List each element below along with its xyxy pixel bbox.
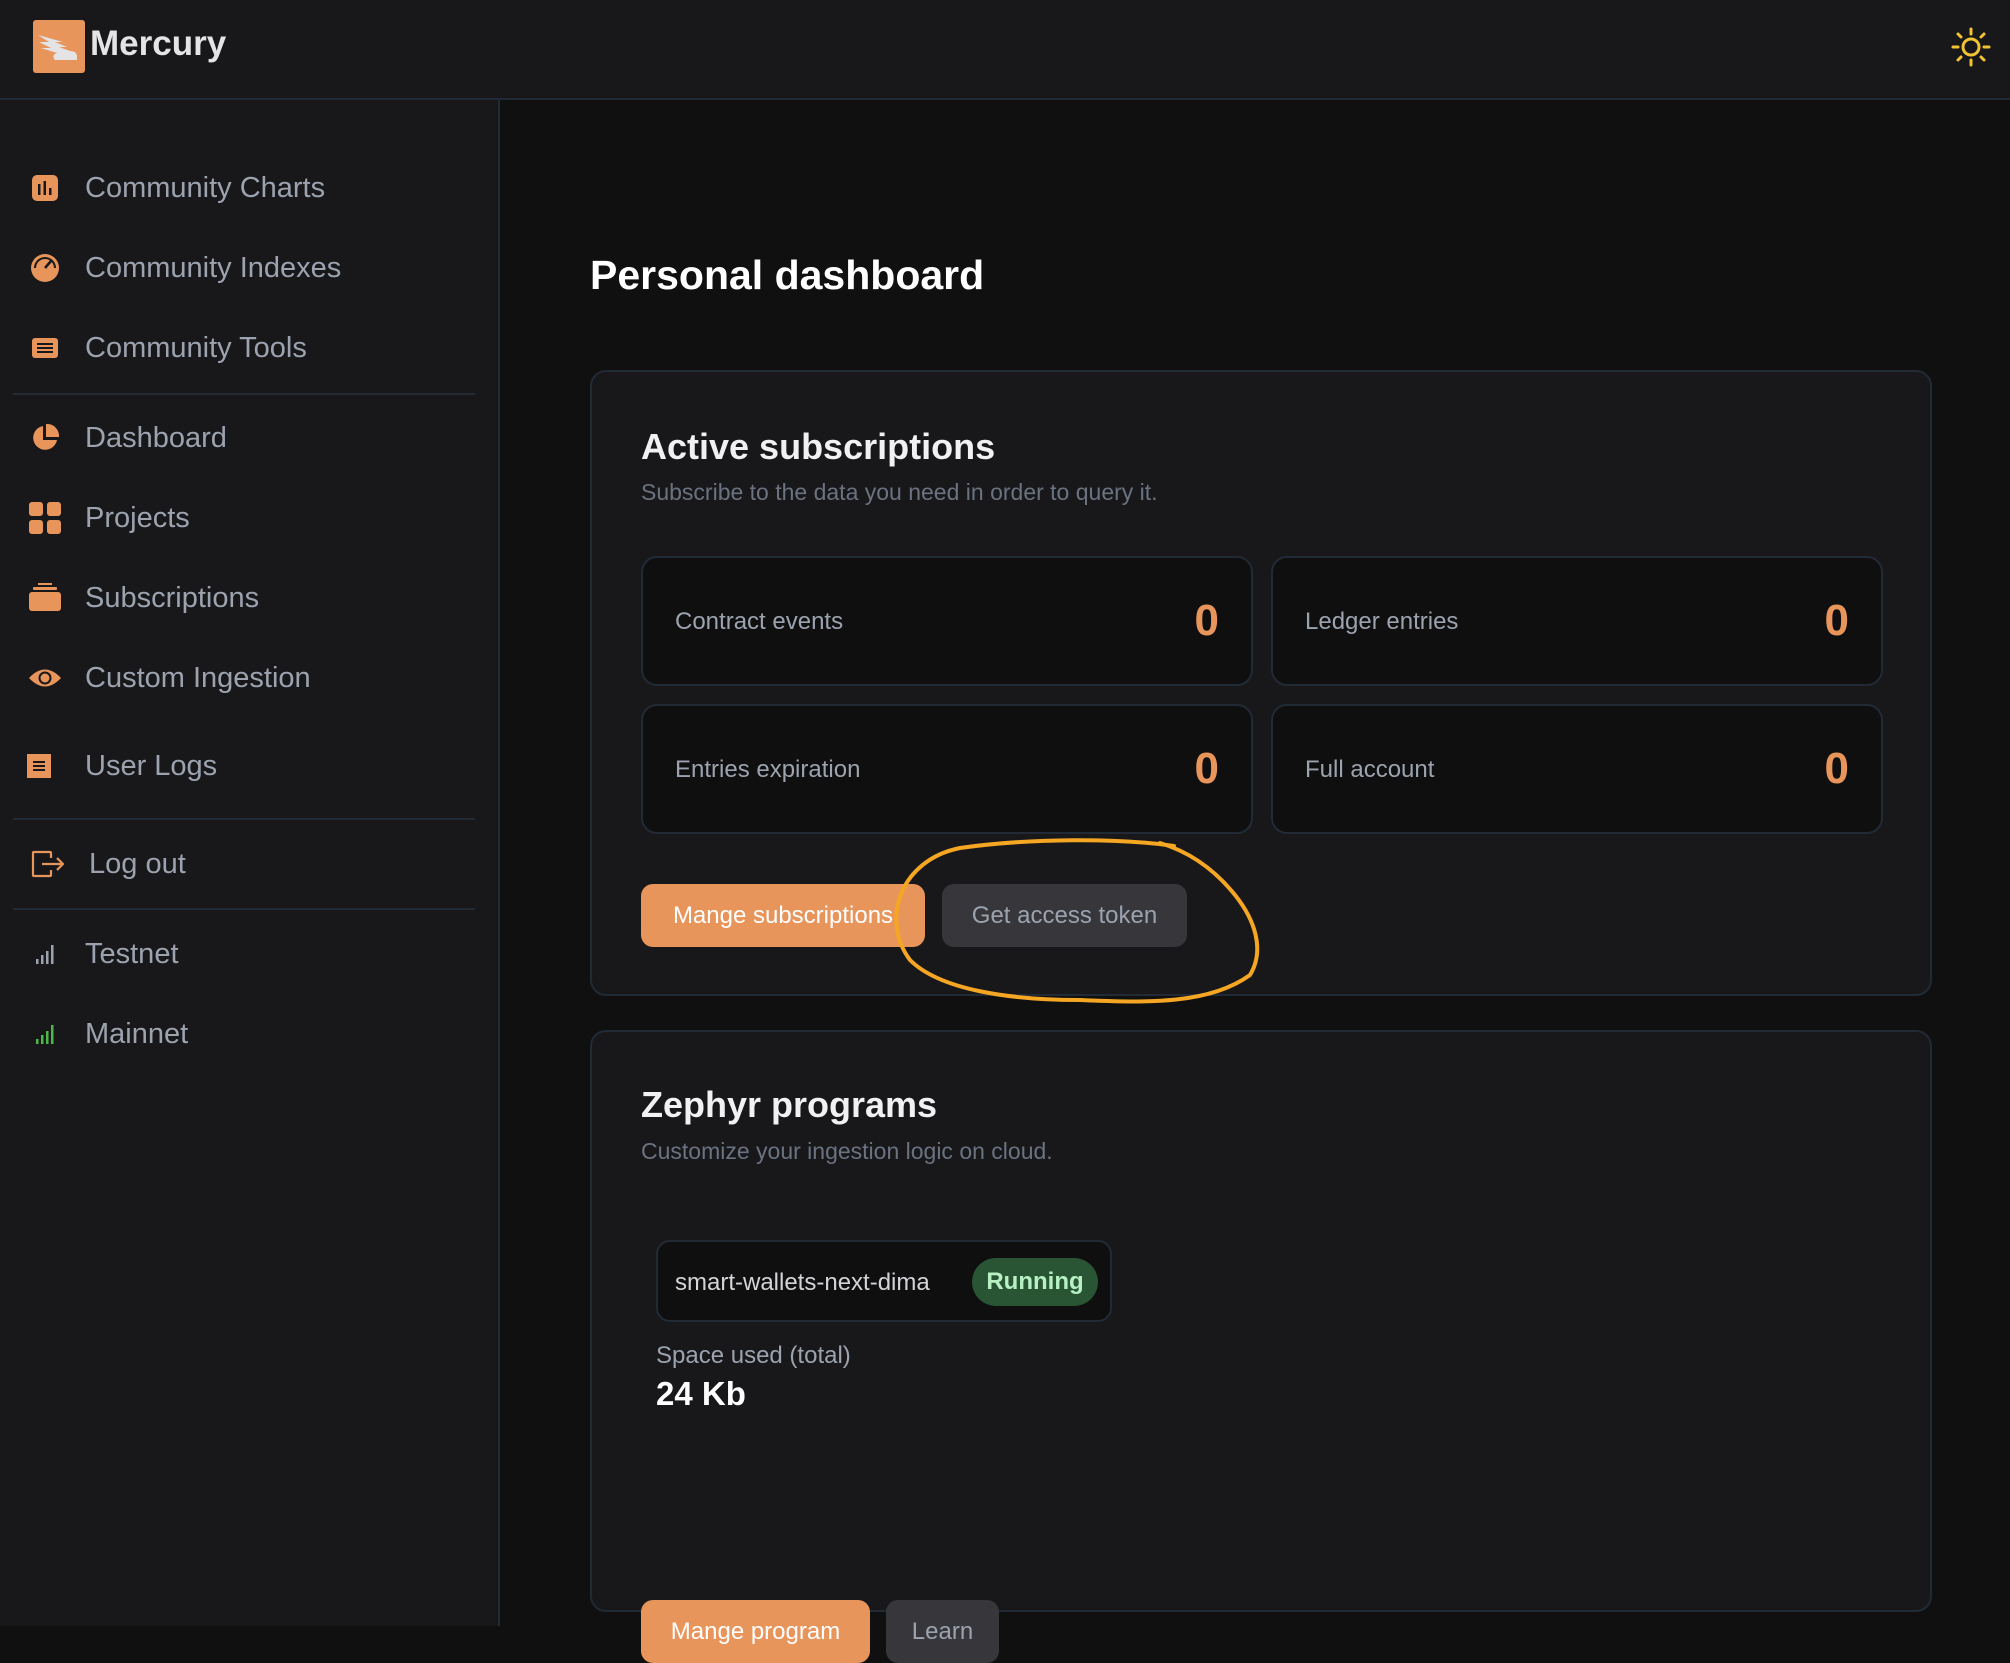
stack-icon	[28, 581, 62, 615]
sidebar-item-label: Testnet	[85, 937, 179, 970]
sidebar-item-community-charts[interactable]: Community Charts	[0, 158, 480, 218]
sidebar-item-subscriptions[interactable]: Subscriptions	[0, 568, 480, 628]
stat-label: Ledger entries	[1305, 608, 1459, 635]
grid-icon	[28, 501, 62, 535]
eye-icon	[28, 661, 62, 695]
sidebar-item-label: Dashboard	[85, 421, 227, 454]
signal-icon	[28, 1017, 62, 1051]
logout-icon	[31, 847, 65, 881]
main-content: Personal dashboard Active subscriptions …	[502, 102, 2010, 1663]
zephyr-programs-card: Zephyr programs Customize your ingestion…	[590, 1030, 1932, 1663]
list-box-icon	[28, 331, 62, 365]
stat-label: Full account	[1305, 756, 1435, 783]
stat-full-account: Full account 0	[1271, 704, 1883, 834]
program-name: smart-wallets-next-dima	[675, 1269, 930, 1296]
stat-label: Contract events	[675, 608, 844, 635]
document-icon	[22, 749, 56, 783]
sidebar-item-dashboard[interactable]: Dashboard	[0, 408, 480, 468]
stat-value: 0	[1824, 744, 1849, 793]
stat-contract-events: Contract events 0	[641, 556, 1253, 686]
space-used-value: 24 Kb	[656, 1375, 746, 1412]
sidebar-divider	[13, 908, 475, 910]
card-title: Zephyr programs	[641, 1084, 938, 1125]
stat-value: 0	[1194, 744, 1219, 793]
sidebar-item-community-tools[interactable]: Community Tools	[0, 318, 480, 378]
brand-name[interactable]: Mercury	[90, 24, 226, 64]
sidebar-item-log-out[interactable]: Log out	[0, 834, 480, 894]
sidebar-item-label: Community Indexes	[85, 251, 342, 284]
sidebar-item-testnet[interactable]: Testnet	[0, 924, 480, 984]
card-title: Active subscriptions	[641, 426, 996, 467]
sidebar-item-label: Mainnet	[85, 1017, 189, 1050]
sidebar-item-mainnet[interactable]: Mainnet	[0, 1004, 480, 1064]
stat-ledger-entries: Ledger entries 0	[1271, 556, 1883, 686]
sidebar-item-label: Projects	[85, 501, 190, 534]
sidebar-divider	[13, 393, 475, 395]
stat-value: 0	[1194, 596, 1219, 645]
sidebar-divider	[13, 818, 475, 820]
sidebar-item-label: User Logs	[85, 749, 218, 782]
stat-label: Entries expiration	[675, 756, 861, 783]
pie-chart-icon	[28, 421, 62, 455]
stat-entries-expiration: Entries expiration 0	[641, 704, 1253, 834]
sidebar-item-community-indexes[interactable]: Community Indexes	[0, 238, 480, 298]
page-title: Personal dashboard	[590, 252, 985, 298]
bar-chart-icon	[28, 171, 62, 205]
active-subscriptions-card: Active subscriptions Subscribe to the da…	[590, 370, 1932, 996]
status-badge: Running	[972, 1258, 1098, 1306]
sidebar-item-label: Community Tools	[85, 331, 307, 364]
gauge-icon	[28, 251, 62, 285]
winged-logo-icon[interactable]	[33, 20, 85, 73]
manage-program-button[interactable]: Mange program	[641, 1600, 870, 1663]
sidebar-item-custom-ingestion[interactable]: Custom Ingestion	[0, 648, 480, 708]
manage-subscriptions-button[interactable]: Mange subscriptions	[641, 884, 925, 947]
space-used-label: Space used (total)	[656, 1342, 851, 1369]
card-subtitle: Subscribe to the data you need in order …	[641, 479, 1158, 505]
sidebar-item-label: Community Charts	[85, 171, 326, 204]
sidebar-item-label: Subscriptions	[85, 581, 260, 614]
stat-value: 0	[1824, 596, 1849, 645]
top-header: Mercury	[0, 0, 2010, 100]
signal-icon	[28, 937, 62, 971]
sidebar: Community Charts Community Indexes Commu…	[0, 100, 500, 1626]
sidebar-item-label: Log out	[89, 847, 186, 880]
card-subtitle: Customize your ingestion logic on cloud.	[641, 1138, 1053, 1164]
sidebar-item-label: Custom Ingestion	[85, 661, 311, 694]
sidebar-item-user-logs[interactable]: User Logs	[0, 736, 480, 796]
sidebar-item-projects[interactable]: Projects	[0, 488, 480, 548]
program-chip[interactable]: smart-wallets-next-dima Running	[656, 1240, 1112, 1322]
learn-button[interactable]: Learn	[886, 1600, 999, 1663]
sun-icon[interactable]	[1950, 26, 1992, 68]
get-access-token-button[interactable]: Get access token	[942, 884, 1187, 947]
